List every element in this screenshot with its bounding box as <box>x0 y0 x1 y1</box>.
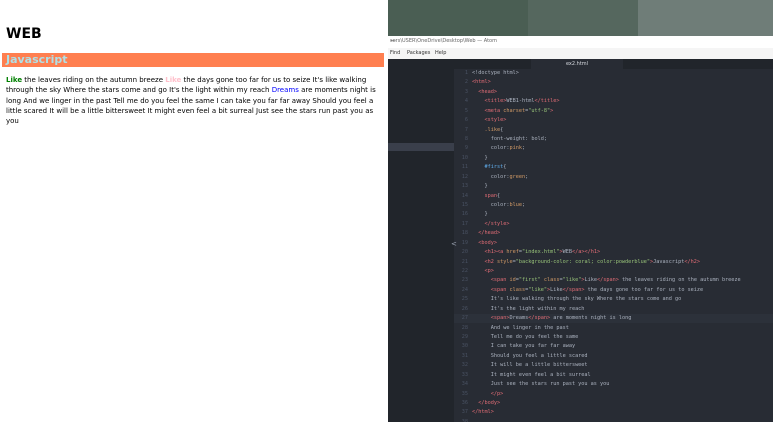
line-number: 14 <box>461 192 468 199</box>
code-line[interactable]: I can take you far far away <box>472 342 575 351</box>
code-line[interactable]: </html> <box>472 408 494 417</box>
tree-selected-item[interactable] <box>388 143 454 151</box>
line-number: 26 <box>461 305 468 312</box>
tab-bar: ex2.html <box>454 59 773 69</box>
code-line[interactable]: .like{ <box>472 126 504 135</box>
code-line[interactable]: Tell me do you feel the same <box>472 333 578 342</box>
code-line[interactable]: color:blue; <box>472 201 525 210</box>
code-line[interactable]: <style> <box>472 116 507 125</box>
line-number: 29 <box>461 334 468 341</box>
line-number: 24 <box>461 286 468 293</box>
code-line[interactable]: <meta charset="utf-8"> <box>472 107 554 116</box>
like-span: Like <box>165 76 182 84</box>
line-number: 28 <box>461 324 468 331</box>
code-line[interactable]: span{ <box>472 192 501 201</box>
line-number: 10 <box>461 154 468 161</box>
code-line[interactable]: It might even feel a bit surreal <box>472 371 591 380</box>
code-line[interactable]: <body> <box>472 239 497 248</box>
code-line[interactable]: <span id="first" class="like">Like</span… <box>472 276 741 285</box>
menu-packages[interactable]: Packages <box>407 50 430 56</box>
code-line[interactable]: #first{ <box>472 163 507 172</box>
desktop-background <box>388 0 773 36</box>
line-number: 16 <box>461 211 468 218</box>
line-number: 9 <box>464 145 468 152</box>
line-number: 7 <box>464 126 468 133</box>
line-number: 35 <box>461 390 468 397</box>
code-line[interactable]: font-weight: bold; <box>472 135 547 144</box>
line-number: 1 <box>464 70 468 76</box>
line-number: 2 <box>464 79 468 86</box>
line-number: 20 <box>461 249 468 256</box>
menu-find[interactable]: Find <box>390 50 400 56</box>
code-line[interactable]: <h1><a href="index.html">WEB</a></h1> <box>472 248 601 257</box>
code-line[interactable]: </body> <box>472 399 500 408</box>
line-number: 25 <box>461 296 468 303</box>
line-number: 8 <box>464 136 468 142</box>
line-number: 3 <box>464 88 468 95</box>
line-number: 34 <box>461 381 468 388</box>
line-number: 17 <box>461 220 468 227</box>
dreams-span: Dreams <box>271 86 299 95</box>
code-line[interactable]: } <box>472 154 487 163</box>
line-number: 37 <box>461 409 468 416</box>
line-number: 11 <box>461 164 468 171</box>
line-number: 31 <box>461 352 468 359</box>
project-tree-panel[interactable] <box>388 59 454 422</box>
code-line[interactable]: <span class="like">Like</span> the days … <box>472 286 703 295</box>
code-line[interactable]: } <box>472 210 487 219</box>
page-subheading: Javascript <box>2 53 384 67</box>
line-number: 30 <box>461 343 468 350</box>
line-number: 4 <box>464 98 468 105</box>
code-line[interactable]: <head> <box>472 88 497 97</box>
tab-label: ex2.html <box>565 61 589 67</box>
code-line[interactable]: <title>WEB1-html</title> <box>472 97 560 106</box>
line-number: 19 <box>461 239 468 246</box>
line-number: 13 <box>461 183 468 190</box>
code-line[interactable]: } <box>472 182 487 191</box>
line-number: 15 <box>461 202 468 209</box>
menu-help[interactable]: Help <box>435 50 446 56</box>
line-number: 38 <box>461 418 468 422</box>
code-line[interactable]: It's like walking through the sky Where … <box>472 295 682 304</box>
code-line[interactable]: <!doctype html> <box>472 69 519 78</box>
browser-preview: WEB Javascript Like the leaves riding on… <box>0 0 388 422</box>
line-number: 21 <box>461 258 468 265</box>
tab-ex2-html[interactable]: ex2.html <box>531 59 623 69</box>
line-number: 32 <box>461 362 468 369</box>
code-line[interactable]: It's the light within my reach <box>472 305 585 314</box>
line-number: 23 <box>461 277 468 284</box>
first-like-span: Like <box>6 76 23 84</box>
code-line[interactable]: color:pink; <box>472 144 525 153</box>
code-line[interactable]: And we linger in the past <box>472 324 569 333</box>
code-line[interactable]: </p> <box>472 390 504 399</box>
code-line[interactable]: <h2 style="background-color: coral; colo… <box>472 258 701 267</box>
line-number: 6 <box>464 117 468 124</box>
paragraph-text-1: the leaves riding on the autumn breeze <box>22 76 166 84</box>
page-subheading-text: Javascript <box>6 53 68 66</box>
lyrics-paragraph: Like the leaves riding on the autumn bre… <box>6 75 386 126</box>
code-editor[interactable]: 1 <!doctype html> 2 <html> 3 <head> 4 <title>… <box>454 69 773 422</box>
line-number: 33 <box>461 371 468 378</box>
line-number: 22 <box>461 268 468 275</box>
page-heading-link[interactable]: WEB <box>6 26 42 42</box>
code-line[interactable]: </head> <box>472 229 500 238</box>
code-line[interactable]: <span>Dreams</span> are moments night is… <box>472 314 632 323</box>
code-line[interactable]: <html> <box>472 78 491 87</box>
menu-bar: Find Packages Help <box>388 48 773 59</box>
code-line[interactable]: </style> <box>472 220 510 229</box>
code-line[interactable]: Should you feel a little scared <box>472 352 588 361</box>
line-number: 36 <box>461 400 468 407</box>
code-line[interactable]: color:green; <box>472 173 529 182</box>
line-number: 12 <box>461 173 468 180</box>
editor-titlebar[interactable]: sers\USER\OneDrive\Desktop\Web — Atom — <box>388 36 773 48</box>
line-number: 18 <box>461 230 468 237</box>
code-line[interactable]: It will be a little bittersweet <box>472 361 588 370</box>
line-number: 5 <box>464 107 468 114</box>
line-number: 27 <box>461 315 468 322</box>
code-line[interactable]: Just see the stars run past you as you <box>472 380 610 389</box>
code-line[interactable]: <p> <box>472 267 494 276</box>
minimize-icon[interactable]: — <box>390 37 767 44</box>
atom-editor-window: sers\USER\OneDrive\Desktop\Web — Atom — … <box>388 0 773 422</box>
